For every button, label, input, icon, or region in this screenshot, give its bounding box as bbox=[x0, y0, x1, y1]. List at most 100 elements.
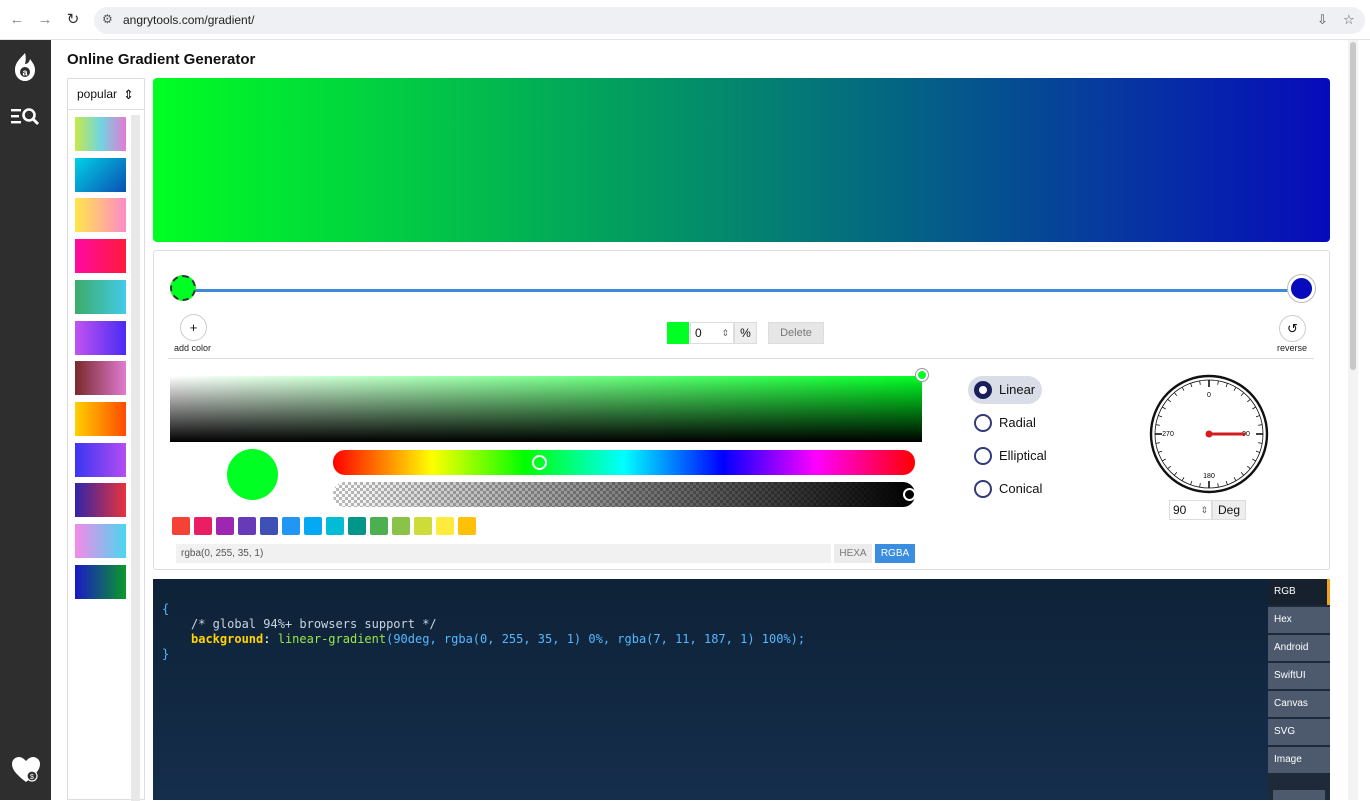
dial-label-top: 0 bbox=[1207, 392, 1211, 399]
reverse-icon: ↺ bbox=[1287, 321, 1298, 336]
preset-swatch[interactable] bbox=[75, 483, 126, 518]
code-property: background bbox=[191, 632, 264, 646]
tab-swiftui[interactable]: SwiftUI bbox=[1268, 663, 1330, 689]
tab-android[interactable]: Android bbox=[1268, 635, 1330, 661]
preset-swatch[interactable] bbox=[75, 198, 126, 233]
angrytools-logo-icon[interactable]: a bbox=[11, 52, 39, 82]
tab-svg[interactable]: SVG bbox=[1268, 719, 1330, 745]
tab-image[interactable]: Image bbox=[1268, 747, 1330, 773]
url-text: angrytools.com/gradient/ bbox=[123, 13, 255, 27]
tab-more[interactable] bbox=[1273, 790, 1325, 800]
palette-swatch[interactable] bbox=[370, 517, 388, 535]
dial-label-bottom: 180 bbox=[1203, 473, 1215, 480]
donate-heart-icon[interactable]: $ bbox=[11, 756, 41, 784]
browser-toolbar: ← → ↻ ⚙ angrytools.com/gradient/ ⇩ ☆ bbox=[0, 0, 1370, 40]
type-label: Conical bbox=[999, 481, 1043, 496]
type-linear[interactable]: Linear bbox=[968, 376, 1042, 404]
tab-hex[interactable]: Hex bbox=[1268, 607, 1330, 633]
page-scrollbar-thumb[interactable] bbox=[1350, 42, 1356, 370]
radio-icon bbox=[974, 414, 992, 432]
gradient-stop-end[interactable] bbox=[1288, 275, 1315, 302]
palette-swatch[interactable] bbox=[304, 517, 322, 535]
gradient-preview bbox=[153, 78, 1330, 242]
code-function: linear-gradient bbox=[277, 632, 387, 646]
reverse-button[interactable]: ↺ bbox=[1279, 315, 1306, 342]
gradient-stop-track[interactable] bbox=[182, 289, 1304, 292]
preset-swatch[interactable] bbox=[75, 564, 126, 599]
preset-swatch[interactable] bbox=[75, 524, 126, 558]
reverse-label: reverse bbox=[1277, 343, 1308, 353]
palette-swatch[interactable] bbox=[172, 517, 190, 535]
percent-label: % bbox=[734, 322, 757, 344]
plus-icon: + bbox=[189, 320, 198, 335]
type-radial[interactable]: Radial bbox=[968, 409, 1036, 437]
palette-swatch[interactable] bbox=[392, 517, 410, 535]
type-elliptical[interactable]: Elliptical bbox=[968, 442, 1047, 470]
saturation-picker[interactable] bbox=[170, 376, 922, 442]
site-info-icon[interactable]: ⚙ bbox=[102, 12, 113, 26]
tab-rgb[interactable]: RGB bbox=[1268, 579, 1330, 605]
editor-divider bbox=[168, 358, 1314, 359]
palette-swatch[interactable] bbox=[216, 517, 234, 535]
hexa-format-button[interactable]: HEXA bbox=[834, 544, 872, 563]
code-args: (90deg, rgba(0, 255, 35, 1) 0%, rgba(7, … bbox=[386, 632, 806, 646]
alpha-handle[interactable] bbox=[903, 488, 916, 501]
back-icon[interactable]: ← bbox=[7, 10, 27, 30]
preset-swatch[interactable] bbox=[75, 157, 126, 192]
svg-text:$: $ bbox=[30, 774, 34, 781]
preset-swatch[interactable] bbox=[75, 117, 126, 151]
preset-swatch[interactable] bbox=[75, 401, 126, 436]
stop-color-swatch[interactable] bbox=[667, 322, 689, 344]
hue-slider[interactable] bbox=[333, 450, 915, 475]
reload-icon[interactable]: ↻ bbox=[63, 10, 83, 30]
add-color-button[interactable]: + bbox=[180, 314, 207, 341]
palette-swatch[interactable] bbox=[238, 517, 256, 535]
install-app-icon[interactable]: ⇩ bbox=[1317, 12, 1328, 28]
palette-swatch[interactable] bbox=[194, 517, 212, 535]
stop-position-value: 0 bbox=[695, 326, 702, 340]
palette-swatch[interactable] bbox=[348, 517, 366, 535]
preset-swatch[interactable] bbox=[75, 361, 126, 396]
delete-stop-button[interactable]: Delete bbox=[768, 322, 824, 344]
code-comment: /* global 94%+ browsers support */ bbox=[191, 617, 437, 631]
presets-scrollbar[interactable] bbox=[131, 115, 140, 801]
preset-swatch[interactable] bbox=[75, 279, 126, 314]
palette-swatch[interactable] bbox=[326, 517, 344, 535]
preset-swatch[interactable] bbox=[75, 239, 126, 274]
preset-swatch[interactable] bbox=[75, 442, 126, 477]
forward-icon[interactable]: → bbox=[35, 10, 55, 30]
code-open-brace: { bbox=[162, 602, 170, 616]
radio-selected-icon bbox=[974, 381, 992, 399]
current-color-preview bbox=[227, 449, 278, 500]
page-scrollbar[interactable] bbox=[1348, 40, 1358, 800]
code-colon: : bbox=[263, 632, 271, 646]
degree-input[interactable]: 90 ⇕ bbox=[1169, 500, 1212, 520]
search-menu-icon[interactable] bbox=[10, 106, 40, 126]
type-label: Linear bbox=[999, 382, 1036, 397]
palette-swatch[interactable] bbox=[282, 517, 300, 535]
page-title: Online Gradient Generator bbox=[67, 51, 256, 68]
palette-swatch[interactable] bbox=[260, 517, 278, 535]
tab-canvas[interactable]: Canvas bbox=[1268, 691, 1330, 717]
palette-swatch[interactable] bbox=[436, 517, 454, 535]
preset-swatch[interactable] bbox=[75, 320, 126, 355]
alpha-slider[interactable] bbox=[333, 482, 915, 507]
address-bar[interactable]: ⚙ angrytools.com/gradient/ ⇩ ☆ bbox=[94, 7, 1365, 34]
saturation-handle[interactable] bbox=[916, 369, 928, 381]
spin-arrows-icon[interactable]: ⇕ bbox=[721, 323, 729, 343]
angle-dial[interactable]: 0 90 180 270 bbox=[1149, 374, 1269, 494]
type-conical[interactable]: Conical bbox=[968, 475, 1042, 503]
palette-swatch[interactable] bbox=[414, 517, 432, 535]
hue-handle[interactable] bbox=[531, 455, 547, 470]
radio-icon bbox=[974, 480, 992, 498]
stop-position-input[interactable]: 0 ⇕ bbox=[690, 322, 734, 344]
color-value-input[interactable]: rgba(0, 255, 35, 1) bbox=[176, 544, 831, 563]
rgba-format-button[interactable]: RGBA bbox=[875, 544, 915, 563]
preset-category-select[interactable]: popular ⇕ bbox=[68, 79, 144, 110]
spin-arrows-icon[interactable]: ⇕ bbox=[1200, 501, 1208, 519]
add-color-label: add color bbox=[174, 343, 212, 353]
gradient-stop-start[interactable] bbox=[170, 275, 196, 301]
css-code-output[interactable]: { /* global 94%+ browsers support */ bac… bbox=[153, 579, 1268, 800]
palette-swatch[interactable] bbox=[458, 517, 476, 535]
bookmark-star-icon[interactable]: ☆ bbox=[1343, 12, 1355, 28]
